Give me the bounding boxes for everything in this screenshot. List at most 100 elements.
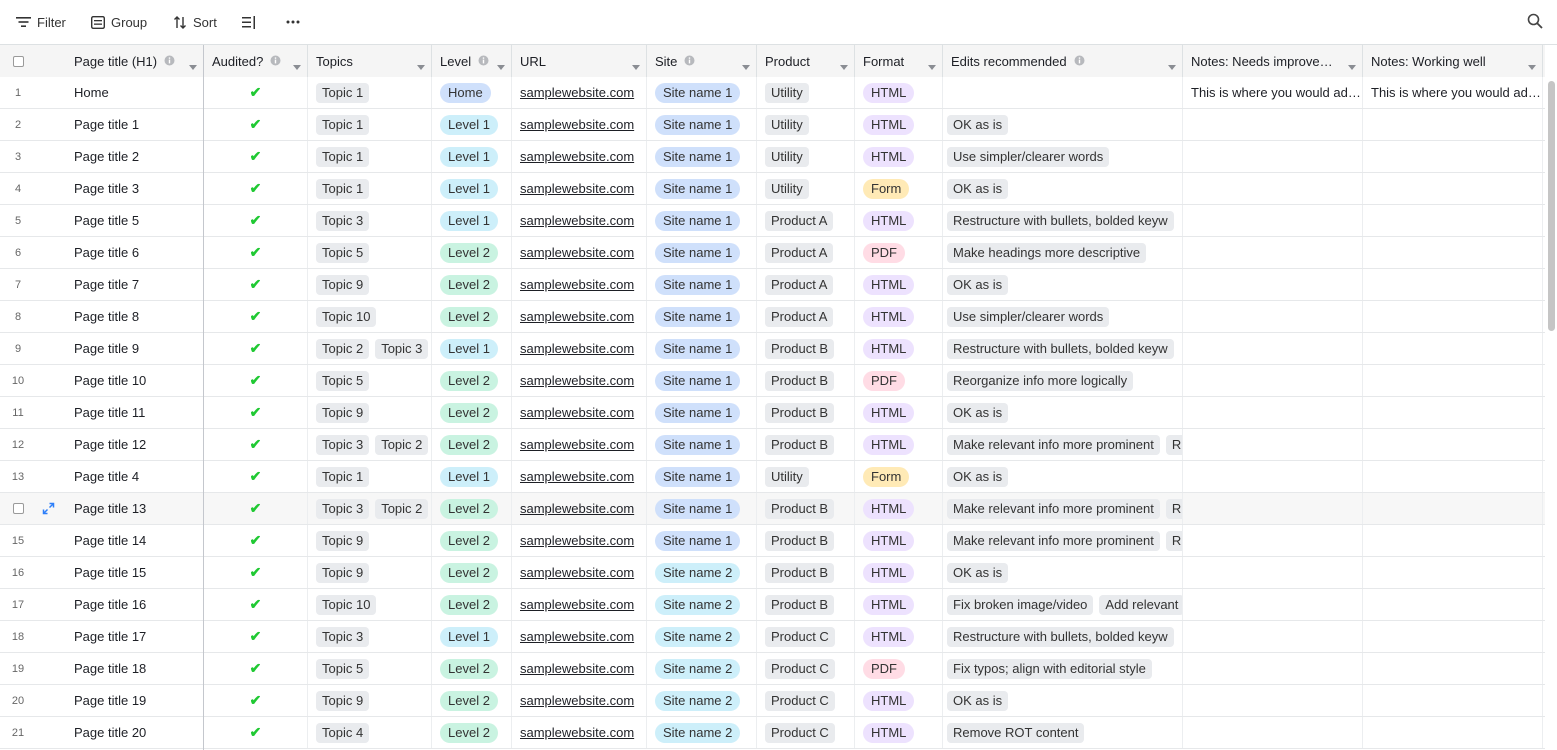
url-link[interactable]: samplewebsite.com xyxy=(520,629,634,644)
cell-working-well[interactable] xyxy=(1363,557,1543,588)
cell-working-well[interactable] xyxy=(1363,365,1543,396)
cell-url[interactable]: samplewebsite.com xyxy=(512,333,647,364)
cell-url[interactable]: samplewebsite.com xyxy=(512,205,647,236)
cell-url[interactable]: samplewebsite.com xyxy=(512,397,647,428)
cell-working-well[interactable] xyxy=(1363,173,1543,204)
cell-format[interactable]: HTML xyxy=(855,717,943,748)
cell-level[interactable]: Level 2 xyxy=(432,653,512,684)
cell-product[interactable]: Product C xyxy=(757,653,855,684)
url-link[interactable]: samplewebsite.com xyxy=(520,661,634,676)
chevron-down-icon[interactable] xyxy=(1348,58,1356,73)
column-header-title[interactable]: Page title (H1) xyxy=(66,45,204,77)
cell-edits[interactable]: OK as is xyxy=(943,461,1183,492)
url-link[interactable]: samplewebsite.com xyxy=(520,501,634,516)
cell-needs-improvement[interactable] xyxy=(1183,365,1363,396)
cell-site[interactable]: Site name 1 xyxy=(647,109,757,140)
cell-url[interactable]: samplewebsite.com xyxy=(512,109,647,140)
cell-working-well[interactable] xyxy=(1363,141,1543,172)
cell-needs-improvement[interactable] xyxy=(1183,205,1363,236)
column-header-topics[interactable]: Topics xyxy=(308,45,432,77)
cell-edits[interactable]: Reorganize info more logically xyxy=(943,365,1183,396)
cell-topics[interactable]: Topic 9 xyxy=(308,557,432,588)
cell-needs-improvement[interactable] xyxy=(1183,429,1363,460)
cell-working-well[interactable]: This is where you would add notes xyxy=(1363,77,1543,108)
cell-needs-improvement[interactable] xyxy=(1183,493,1363,524)
cell-format[interactable]: HTML xyxy=(855,109,943,140)
cell-site[interactable]: Site name 2 xyxy=(647,557,757,588)
cell-title[interactable]: Page title 12 xyxy=(66,429,204,460)
cell-product[interactable]: Product A xyxy=(757,205,855,236)
chevron-down-icon[interactable] xyxy=(928,58,936,73)
cell-needs-improvement[interactable] xyxy=(1183,685,1363,716)
cell-format[interactable]: HTML xyxy=(855,141,943,172)
cell-site[interactable]: Site name 2 xyxy=(647,717,757,748)
cell-edits[interactable]: OK as is xyxy=(943,557,1183,588)
cell-site[interactable]: Site name 1 xyxy=(647,461,757,492)
cell-title[interactable]: Page title 17 xyxy=(66,621,204,652)
cell-audited[interactable]: ✔ xyxy=(204,493,308,524)
cell-title[interactable]: Page title 11 xyxy=(66,397,204,428)
chevron-down-icon[interactable] xyxy=(189,58,197,73)
cell-audited[interactable]: ✔ xyxy=(204,461,308,492)
cell-topics[interactable]: Topic 1 xyxy=(308,109,432,140)
cell-edits[interactable]: Fix broken image/video Add relevant xyxy=(943,589,1183,620)
vertical-scrollbar[interactable] xyxy=(1548,81,1555,331)
column-header-working[interactable]: Notes: Working well xyxy=(1363,45,1543,77)
column-header-format[interactable]: Format xyxy=(855,45,943,77)
cell-title[interactable]: Page title 13 xyxy=(66,493,204,524)
table-row[interactable]: 6 Page title 6 ✔ Topic 5 Level 2 samplewebsit… xyxy=(0,237,1545,269)
cell-url[interactable]: samplewebsite.com xyxy=(512,589,647,620)
cell-needs-improvement[interactable] xyxy=(1183,621,1363,652)
table-row[interactable]: 18 Page title 17 ✔ Topic 3 Level 1 samplewebs… xyxy=(0,621,1545,653)
cell-audited[interactable]: ✔ xyxy=(204,365,308,396)
cell-product[interactable]: Product B xyxy=(757,557,855,588)
cell-format[interactable]: HTML xyxy=(855,589,943,620)
cell-product[interactable]: Utility xyxy=(757,109,855,140)
url-link[interactable]: samplewebsite.com xyxy=(520,181,634,196)
cell-title[interactable]: Page title 9 xyxy=(66,333,204,364)
cell-edits[interactable]: Use simpler/clearer words xyxy=(943,301,1183,332)
cell-edits[interactable]: Make relevant info more prominent R xyxy=(943,493,1183,524)
cell-title[interactable]: Page title 19 xyxy=(66,685,204,716)
cell-working-well[interactable] xyxy=(1363,269,1543,300)
cell-audited[interactable]: ✔ xyxy=(204,205,308,236)
cell-format[interactable]: HTML xyxy=(855,429,943,460)
cell-site[interactable]: Site name 1 xyxy=(647,269,757,300)
cell-product[interactable]: Product B xyxy=(757,525,855,556)
cell-level[interactable]: Level 1 xyxy=(432,141,512,172)
cell-level[interactable]: Level 2 xyxy=(432,365,512,396)
url-link[interactable]: samplewebsite.com xyxy=(520,117,634,132)
table-row[interactable]: 20 Page title 19 ✔ Topic 9 Level 2 samplewebs… xyxy=(0,685,1545,717)
cell-edits[interactable]: Use simpler/clearer words xyxy=(943,141,1183,172)
cell-edits[interactable]: Restructure with bullets, bolded keyw xyxy=(943,205,1183,236)
cell-product[interactable]: Product C xyxy=(757,621,855,652)
cell-product[interactable]: Product A xyxy=(757,301,855,332)
group-button[interactable]: Group xyxy=(91,9,147,35)
cell-edits[interactable]: OK as is xyxy=(943,173,1183,204)
cell-audited[interactable]: ✔ xyxy=(204,397,308,428)
table-row[interactable]: 12 Page title 12 ✔ Topic 3 Topic 2 Level 2 sam… xyxy=(0,429,1545,461)
url-link[interactable]: samplewebsite.com xyxy=(520,469,634,484)
table-row[interactable]: 13 Page title 4 ✔ Topic 1 Level 1 samplewebsi… xyxy=(0,461,1545,493)
cell-title[interactable]: Home xyxy=(66,77,204,108)
cell-topics[interactable]: Topic 1 xyxy=(308,461,432,492)
cell-topics[interactable]: Topic 1 xyxy=(308,141,432,172)
cell-title[interactable]: Page title 4 xyxy=(66,461,204,492)
url-link[interactable]: samplewebsite.com xyxy=(520,245,634,260)
cell-level[interactable]: Level 2 xyxy=(432,589,512,620)
cell-product[interactable]: Product B xyxy=(757,333,855,364)
cell-edits[interactable]: OK as is xyxy=(943,109,1183,140)
cell-level[interactable]: Level 2 xyxy=(432,557,512,588)
cell-working-well[interactable] xyxy=(1363,525,1543,556)
cell-topics[interactable]: Topic 9 xyxy=(308,269,432,300)
cell-edits[interactable]: OK as is xyxy=(943,397,1183,428)
cell-format[interactable]: HTML xyxy=(855,557,943,588)
url-link[interactable]: samplewebsite.com xyxy=(520,213,634,228)
cell-title[interactable]: Page title 7 xyxy=(66,269,204,300)
cell-audited[interactable]: ✔ xyxy=(204,333,308,364)
table-row[interactable]: 5 Page title 5 ✔ Topic 3 Level 1 samplewebsit… xyxy=(0,205,1545,237)
table-row[interactable]: 16 Page title 15 ✔ Topic 9 Level 2 samplewebs… xyxy=(0,557,1545,589)
column-header-site[interactable]: Site xyxy=(647,45,757,77)
cell-url[interactable]: samplewebsite.com xyxy=(512,621,647,652)
cell-edits[interactable]: Make headings more descriptive xyxy=(943,237,1183,268)
